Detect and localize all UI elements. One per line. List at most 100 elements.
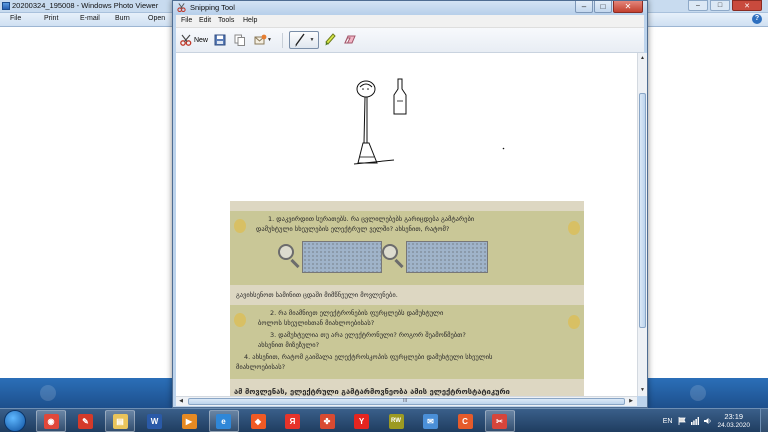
volume-icon[interactable]: [704, 417, 712, 425]
electroscope-figure-2: [406, 241, 488, 273]
show-desktop-button[interactable]: [760, 409, 768, 432]
snipping-tool-title: Snipping Tool: [190, 3, 235, 12]
photo-viewer-close-button[interactable]: ✕: [732, 0, 762, 11]
taskbar-app-media-player[interactable]: ▶: [174, 410, 204, 432]
menu-edit[interactable]: Edit: [199, 17, 211, 24]
pen-dropdown-icon: ▼: [309, 37, 315, 43]
photo-question-1-cont: დამუხტული სხეულების ელექტრულ ველში? ახსე…: [256, 225, 450, 233]
rw-app-icon: RW: [388, 413, 404, 429]
send-snip-button[interactable]: ▼: [252, 31, 274, 49]
taskbar: ◉ ✎ ▤ W ▶ e ◆ Я ✤ Y RW ✉ C ✂ EN 23:19 24.03.2020: [0, 408, 768, 432]
photo-viewer-app-icon: [2, 2, 10, 10]
taskbar-app-snipping-tool[interactable]: ✂: [484, 410, 515, 432]
taskbar-app-chrome[interactable]: ◉: [36, 410, 66, 432]
new-snip-button[interactable]: New: [178, 31, 210, 49]
send-dropdown-icon: ▼: [267, 37, 272, 43]
eraser-icon: [344, 35, 356, 44]
highlighter-button[interactable]: [322, 31, 338, 49]
send-email-icon: [254, 34, 267, 45]
pen-icon: [294, 33, 305, 47]
toolbar-separator: [282, 33, 283, 48]
help-icon[interactable]: ?: [752, 14, 762, 24]
minimize-button[interactable]: –: [575, 1, 593, 13]
snipping-tool-window: Snipping Tool – □ ✕ File Edit Tools Help…: [172, 0, 648, 408]
menu-file[interactable]: File: [181, 17, 192, 24]
photo-bottom-text: ამ მოვლენას, ელექტრული გამტარმოვნეობა ამ…: [234, 387, 510, 396]
yandex-icon: Y: [354, 413, 369, 429]
pv-menu-email[interactable]: E-mail: [80, 15, 100, 22]
c-app-icon: C: [457, 413, 473, 429]
zoom-icon[interactable]: [40, 385, 56, 401]
eraser-button[interactable]: [341, 31, 359, 49]
taskbar-app-mail-app[interactable]: ✉: [416, 410, 446, 432]
pv-menu-burn[interactable]: Burn: [115, 15, 130, 22]
taskbar-app-rw-app[interactable]: RW: [381, 410, 411, 432]
flag-icon[interactable]: [678, 417, 687, 425]
mail-app-icon: ✉: [423, 413, 438, 429]
electroscope-figure-1: [302, 241, 382, 273]
save-icon: [214, 34, 226, 46]
highlighter-icon: [325, 33, 336, 46]
pv-menu-file[interactable]: File: [10, 15, 21, 22]
photo-intro-text: გავიხსენოთ სამინით ცდაში მიმწნეული მოვლე…: [236, 291, 398, 299]
taskbar-app-brave[interactable]: ◆: [243, 410, 273, 432]
word-icon: W: [147, 413, 162, 429]
start-button[interactable]: [4, 410, 26, 432]
photo-question-2: 2. რა მიამნიეთ ელექტრონების ფურცლებს დამ…: [270, 309, 444, 317]
maximize-button[interactable]: □: [594, 1, 612, 13]
taskbar-app-yandex[interactable]: Y: [347, 410, 377, 432]
taskbar-app-c-app[interactable]: C: [450, 410, 480, 432]
snipping-tool-toolbar: New ▼ ▼: [176, 28, 644, 53]
close-button[interactable]: ✕: [613, 1, 643, 13]
scroll-right-arrow[interactable]: ▶: [627, 397, 635, 405]
pv-menu-open[interactable]: Open: [148, 15, 165, 22]
yandex-browser-icon: Я: [285, 413, 300, 429]
photo-question-3-cont: ახსენით მიზეზული?: [258, 341, 320, 349]
magnifier-illustration: [382, 244, 398, 260]
pen-tool-button[interactable]: ▼: [289, 31, 319, 49]
puzzle-app-icon: ✤: [319, 413, 335, 429]
photo-viewer-maximize-button[interactable]: □: [710, 0, 730, 11]
clock-time: 23:19: [724, 412, 744, 421]
vertical-scroll-thumb[interactable]: [639, 93, 646, 328]
menu-tools[interactable]: Tools: [218, 17, 234, 24]
taskbar-app-paint-tool[interactable]: ✎: [71, 410, 101, 432]
taskbar-app-internet-explorer[interactable]: e: [208, 410, 239, 432]
menu-help[interactable]: Help: [243, 17, 257, 24]
horizontal-scrollbar[interactable]: ◀ III ▶: [176, 396, 637, 406]
scroll-left-arrow[interactable]: ◀: [177, 397, 185, 405]
photo-question-4: 4. ახსენით, რატომ გაიშალა ელექტროსკოპის …: [244, 353, 493, 361]
taskbar-app-yandex-browser[interactable]: Я: [278, 410, 308, 432]
bee-illustration: [234, 219, 246, 233]
stray-dot: [502, 147, 505, 150]
language-indicator[interactable]: EN: [663, 418, 673, 425]
snipping-tool-menubar: File Edit Tools Help: [176, 15, 644, 28]
scroll-up-arrow[interactable]: ▲: [639, 54, 646, 62]
scroll-down-arrow[interactable]: ▼: [639, 386, 646, 394]
paint-tool-icon: ✎: [78, 413, 93, 429]
photo-viewer-caption-buttons: – □ ✕: [688, 0, 762, 11]
taskbar-app-puzzle-app[interactable]: ✤: [312, 410, 342, 432]
clock[interactable]: 23:19 24.03.2020: [717, 412, 750, 430]
snipping-tool-caption-buttons: – □ ✕: [575, 1, 643, 13]
network-icon[interactable]: [691, 417, 700, 425]
copy-button[interactable]: [232, 31, 248, 49]
bee-illustration: [568, 221, 580, 235]
scissors-new-icon: [180, 34, 192, 46]
bee-illustration: [234, 313, 246, 327]
save-button[interactable]: [212, 31, 228, 49]
snipping-tool-icon: ✂: [492, 413, 507, 429]
copy-icon: [234, 34, 245, 46]
pv-menu-print[interactable]: Print: [44, 15, 58, 22]
textbook-photo: 1. დაკვირდით სურათებს. რა ცვლილებებს გარ…: [230, 201, 584, 396]
photo-viewer-title: 20200324_195008 - Windows Photo Viewer: [12, 1, 159, 10]
taskbar-app-word[interactable]: W: [140, 410, 170, 432]
pen-sketch-drawing: [353, 78, 407, 165]
delete-icon[interactable]: [690, 385, 706, 401]
taskbar-app-file-explorer[interactable]: ▤: [105, 410, 135, 432]
snipping-tool-titlebar[interactable]: Snipping Tool – □ ✕: [173, 1, 647, 15]
vertical-scrollbar[interactable]: ▲ ▼: [637, 53, 647, 396]
snip-canvas[interactable]: 1. დაკვირდით სურათებს. რა ცვლილებებს გარ…: [176, 53, 637, 396]
photo-viewer-minimize-button[interactable]: –: [688, 0, 708, 11]
horizontal-scroll-thumb[interactable]: III: [188, 398, 625, 405]
